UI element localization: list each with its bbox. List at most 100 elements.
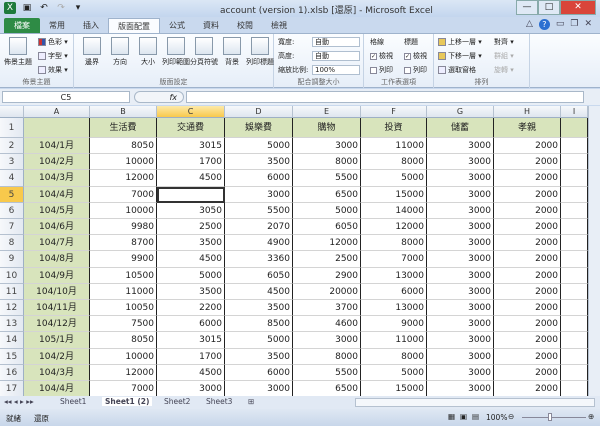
cell[interactable]: 購物 bbox=[293, 118, 361, 138]
page-setup-button-3[interactable]: 列印範圍 bbox=[162, 37, 190, 67]
cell[interactable]: 104/7月 bbox=[24, 235, 90, 252]
cell[interactable]: 3000 bbox=[427, 235, 494, 252]
row-header[interactable]: 16 bbox=[0, 364, 24, 381]
cell[interactable]: 2000 bbox=[494, 186, 561, 203]
cell[interactable]: 6000 bbox=[225, 170, 293, 187]
normal-view-icon[interactable]: ▦ bbox=[448, 412, 455, 421]
select-all-corner[interactable] bbox=[0, 106, 24, 118]
cell[interactable]: 3000 bbox=[427, 170, 494, 187]
cell[interactable]: 8000 bbox=[293, 348, 361, 365]
column-header-I[interactable]: I bbox=[561, 106, 588, 118]
cell[interactable] bbox=[561, 235, 588, 252]
cell[interactable]: 8050 bbox=[90, 138, 157, 155]
cell[interactable]: 7000 bbox=[90, 381, 157, 396]
cell[interactable]: 7000 bbox=[361, 251, 427, 268]
cell[interactable]: 104/3月 bbox=[24, 170, 90, 187]
cell[interactable]: 12000 bbox=[361, 219, 427, 236]
close-button[interactable]: ✕ bbox=[560, 0, 596, 15]
cell[interactable]: 2000 bbox=[494, 251, 561, 268]
cell[interactable]: 2000 bbox=[494, 154, 561, 171]
cell[interactable]: 12000 bbox=[90, 364, 157, 381]
row-header[interactable]: 4 bbox=[0, 170, 24, 187]
cell[interactable]: 2000 bbox=[494, 283, 561, 300]
cell[interactable]: 104/10月 bbox=[24, 283, 90, 300]
cell[interactable]: 104/4月 bbox=[24, 381, 90, 396]
zoom-in-icon[interactable]: ⊕ bbox=[588, 412, 594, 421]
tab-2[interactable]: 插入 bbox=[74, 18, 108, 33]
cell[interactable]: 3000 bbox=[427, 154, 494, 171]
cell[interactable]: 3000 bbox=[427, 251, 494, 268]
cell[interactable]: 5000 bbox=[225, 138, 293, 155]
cell[interactable]: 3360 bbox=[225, 251, 293, 268]
cell[interactable]: 6000 bbox=[361, 283, 427, 300]
page-setup-button-5[interactable]: 背景 bbox=[218, 37, 246, 67]
cell[interactable]: 3500 bbox=[225, 300, 293, 317]
cell[interactable]: 8050 bbox=[90, 332, 157, 349]
cell[interactable]: 3000 bbox=[427, 348, 494, 365]
cell[interactable]: 5000 bbox=[293, 202, 361, 219]
tab-1[interactable]: 常用 bbox=[40, 18, 74, 33]
cell[interactable]: 8000 bbox=[361, 154, 427, 171]
row-header[interactable]: 13 bbox=[0, 316, 24, 333]
cell[interactable] bbox=[561, 300, 588, 317]
cell[interactable]: 2000 bbox=[494, 267, 561, 284]
cell[interactable]: 11000 bbox=[90, 283, 157, 300]
cell[interactable]: 3000 bbox=[225, 381, 293, 396]
insert-sheet-icon[interactable]: ⊞ bbox=[248, 397, 254, 406]
column-header-H[interactable]: H bbox=[494, 106, 561, 118]
cell[interactable]: 6050 bbox=[225, 267, 293, 284]
maximize-button[interactable]: □ bbox=[538, 0, 560, 15]
cell[interactable]: 12000 bbox=[293, 235, 361, 252]
cell[interactable] bbox=[561, 348, 588, 365]
cell[interactable]: 1700 bbox=[157, 154, 225, 171]
cell[interactable]: 10050 bbox=[90, 300, 157, 317]
headings-print-checkbox[interactable]: 列印 bbox=[404, 65, 427, 75]
cell[interactable]: 3000 bbox=[427, 202, 494, 219]
cell[interactable]: 儲蓄 bbox=[427, 118, 494, 138]
cell[interactable]: 1700 bbox=[157, 348, 225, 365]
workbook-close-icon[interactable]: ✕ bbox=[584, 19, 592, 30]
insert-function-button[interactable]: fx bbox=[134, 91, 184, 103]
row-header[interactable]: 15 bbox=[0, 348, 24, 365]
page-setup-button-6[interactable]: 列印標題 bbox=[246, 37, 274, 67]
cell[interactable]: 3000 bbox=[293, 138, 361, 155]
tab-3[interactable]: 版面配置 bbox=[108, 18, 160, 33]
cell[interactable]: 2900 bbox=[293, 267, 361, 284]
row-header[interactable]: 6 bbox=[0, 202, 24, 219]
cell[interactable]: 104/11月 bbox=[24, 300, 90, 317]
cell[interactable] bbox=[561, 267, 588, 284]
page-layout-view-icon[interactable]: ▣ bbox=[460, 412, 467, 421]
cell[interactable]: 104/5月 bbox=[24, 202, 90, 219]
column-header-D[interactable]: D bbox=[225, 106, 293, 118]
cell[interactable]: 3500 bbox=[225, 154, 293, 171]
cell[interactable] bbox=[561, 364, 588, 381]
cell[interactable]: 8000 bbox=[361, 348, 427, 365]
cell[interactable]: 5000 bbox=[361, 364, 427, 381]
cell[interactable]: 5500 bbox=[293, 170, 361, 187]
cell[interactable]: 3000 bbox=[427, 316, 494, 333]
sheet-tab-2[interactable]: Sheet2 bbox=[164, 397, 190, 406]
cell[interactable]: 2000 bbox=[494, 332, 561, 349]
cell[interactable]: 6000 bbox=[225, 364, 293, 381]
tab-6[interactable]: 校閱 bbox=[228, 18, 262, 33]
ribbon-collapse-icon[interactable]: △ bbox=[526, 19, 533, 30]
excel-logo-icon[interactable]: X bbox=[4, 2, 16, 14]
cell[interactable]: 6050 bbox=[293, 219, 361, 236]
cell[interactable] bbox=[561, 202, 588, 219]
undo-icon[interactable]: ↶ bbox=[38, 2, 50, 14]
cell[interactable] bbox=[561, 170, 588, 187]
row-header[interactable]: 5 bbox=[0, 186, 24, 203]
cell[interactable]: 20000 bbox=[293, 283, 361, 300]
cell[interactable]: 104/8月 bbox=[24, 251, 90, 268]
selection-pane-button[interactable]: 選取窗格 bbox=[438, 65, 476, 75]
cell[interactable]: 8000 bbox=[293, 154, 361, 171]
horizontal-scrollbar[interactable] bbox=[355, 398, 595, 407]
page-setup-button-1[interactable]: 方向 bbox=[106, 37, 134, 67]
column-header-C[interactable]: C bbox=[157, 106, 225, 118]
cell[interactable]: 7000 bbox=[90, 186, 157, 203]
row-header[interactable]: 3 bbox=[0, 154, 24, 171]
group-button[interactable]: 群組 ▾ bbox=[494, 51, 514, 61]
cell[interactable]: 3000 bbox=[427, 138, 494, 155]
cell[interactable] bbox=[561, 138, 588, 155]
page-setup-button-4[interactable]: 分頁符號 bbox=[190, 37, 218, 67]
